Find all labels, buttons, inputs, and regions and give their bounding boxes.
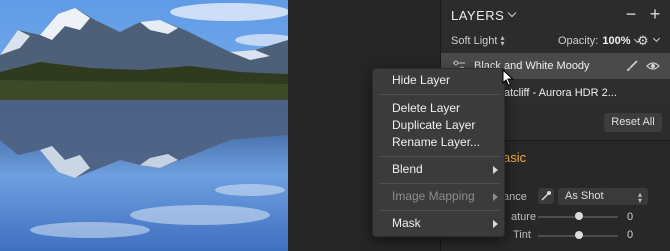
menu-item-mask[interactable]: Mask [373, 215, 506, 232]
temperature-label: ature [511, 211, 537, 223]
tint-value[interactable]: 0 [627, 229, 633, 241]
opacity-control[interactable]: Opacity: 100% [558, 35, 641, 47]
opacity-label: Opacity: [558, 35, 599, 47]
submenu-arrow-icon [493, 166, 498, 174]
chevron-down-icon[interactable] [508, 8, 517, 18]
opacity-value[interactable]: 100% [602, 35, 630, 47]
updown-icon: ▴ ▾ [500, 33, 505, 48]
blend-mode-value: Soft Light [451, 35, 498, 47]
panel-header: LAYERS − + [441, 0, 670, 30]
menu-item-image-mapping[interactable]: Image Mapping [373, 188, 506, 205]
gear-icon[interactable]: ⚙ [637, 33, 649, 49]
reset-all-button[interactable]: Reset All [604, 113, 662, 132]
submenu-arrow-icon [493, 193, 498, 201]
white-balance-value: As Shot [565, 190, 604, 202]
eye-icon[interactable] [646, 61, 660, 71]
updown-icon: ▴ ▾ [637, 190, 642, 205]
menu-item-duplicate-layer[interactable]: Duplicate Layer [373, 117, 506, 134]
menu-separator [379, 183, 500, 184]
white-balance-label: ance [503, 191, 527, 203]
temperature-slider-handle[interactable] [575, 212, 583, 220]
layer-context-menu: Hide Layer Delete Layer Duplicate Layer … [372, 68, 505, 237]
panel-title[interactable]: LAYERS [451, 8, 504, 23]
tint-slider-handle[interactable] [575, 231, 583, 239]
temperature-value[interactable]: 0 [627, 211, 633, 223]
menu-separator [379, 94, 500, 95]
menu-item-label: Duplicate Layer [392, 118, 476, 132]
tint-label: Tint [513, 229, 531, 241]
section-title[interactable]: asic [503, 150, 526, 165]
plus-icon[interactable]: + [647, 5, 663, 23]
brush-icon[interactable] [625, 59, 639, 73]
menu-item-hide-layer[interactable]: Hide Layer [373, 72, 506, 89]
menu-item-blend[interactable]: Blend [373, 161, 506, 178]
menu-item-label: Hide Layer [392, 73, 451, 87]
submenu-arrow-icon [493, 220, 498, 228]
menu-item-label: Mask [392, 216, 421, 230]
blend-mode-select[interactable]: Soft Light ▴ ▾ [451, 33, 505, 48]
menu-item-rename-layer[interactable]: Rename Layer... [373, 134, 506, 151]
minus-icon[interactable]: − [623, 5, 639, 23]
menu-item-label: Delete Layer [392, 101, 461, 115]
layer-name[interactable]: atcliff - Aurora HDR 2... [504, 87, 617, 99]
eyedropper-icon[interactable] [538, 188, 554, 204]
menu-item-label: Image Mapping [392, 189, 475, 203]
blend-opacity-row: Soft Light ▴ ▾ Opacity: 100% ⚙ [441, 30, 670, 52]
menu-item-label: Blend [392, 162, 423, 176]
photo-preview[interactable] [0, 0, 288, 251]
menu-separator [379, 156, 500, 157]
white-balance-select[interactable]: As Shot ▴ ▾ [558, 188, 648, 205]
menu-item-label: Rename Layer... [392, 135, 481, 149]
mouse-cursor-icon [502, 69, 514, 87]
menu-separator [379, 210, 500, 211]
chevron-down-icon[interactable] [652, 34, 661, 43]
menu-item-delete-layer[interactable]: Delete Layer [373, 100, 506, 117]
